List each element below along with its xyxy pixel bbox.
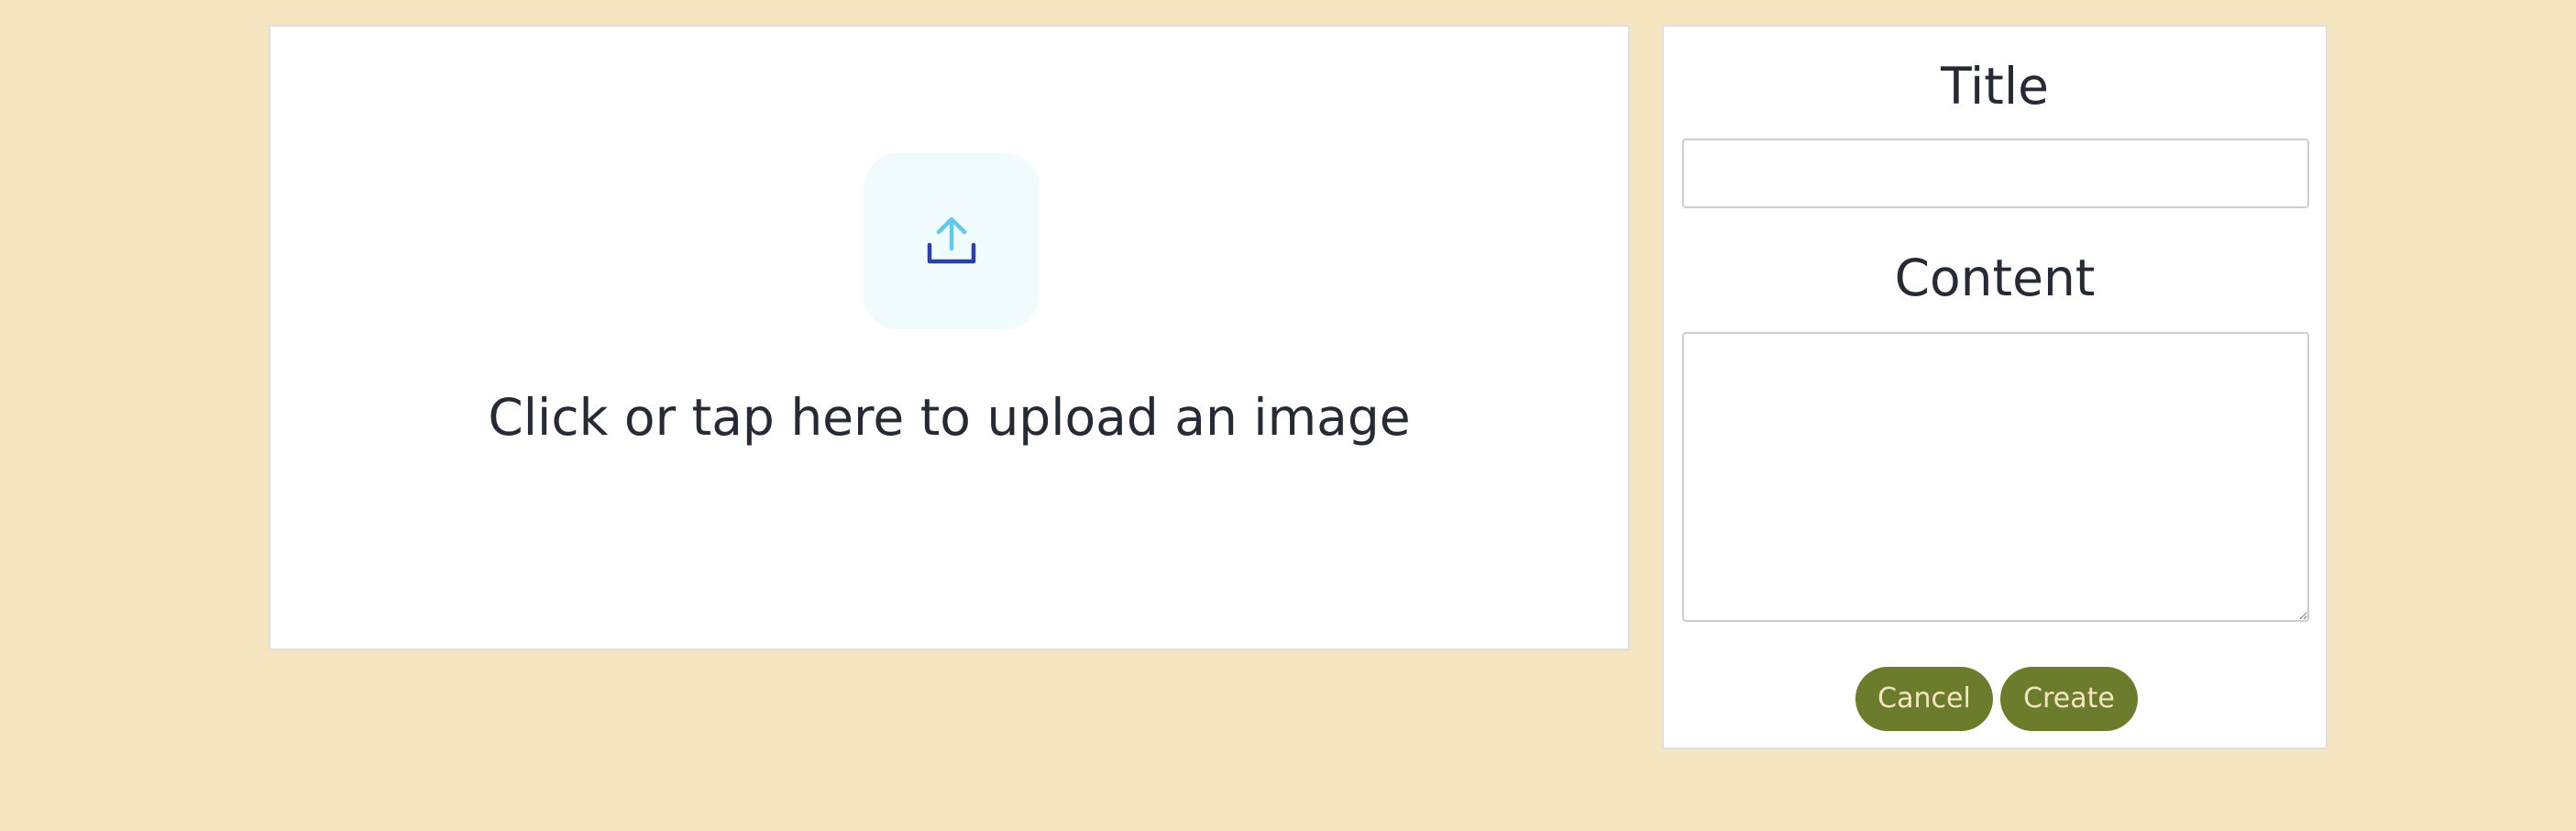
title-input[interactable] bbox=[1682, 138, 2309, 208]
title-label: Title bbox=[1941, 57, 2049, 116]
upload-icon bbox=[927, 216, 976, 264]
image-upload-area[interactable]: Click or tap here to upload an image bbox=[269, 25, 1630, 650]
content-textarea[interactable] bbox=[1682, 332, 2309, 622]
upload-prompt: Click or tap here to upload an image bbox=[488, 388, 1411, 447]
upload-icon-tile[interactable] bbox=[864, 153, 1040, 329]
content-label: Content bbox=[1894, 249, 2096, 307]
create-button[interactable]: Create bbox=[2000, 667, 2138, 731]
cancel-button[interactable]: Cancel bbox=[1855, 667, 1993, 731]
post-form: Title Content Cancel Create bbox=[1662, 25, 2328, 749]
